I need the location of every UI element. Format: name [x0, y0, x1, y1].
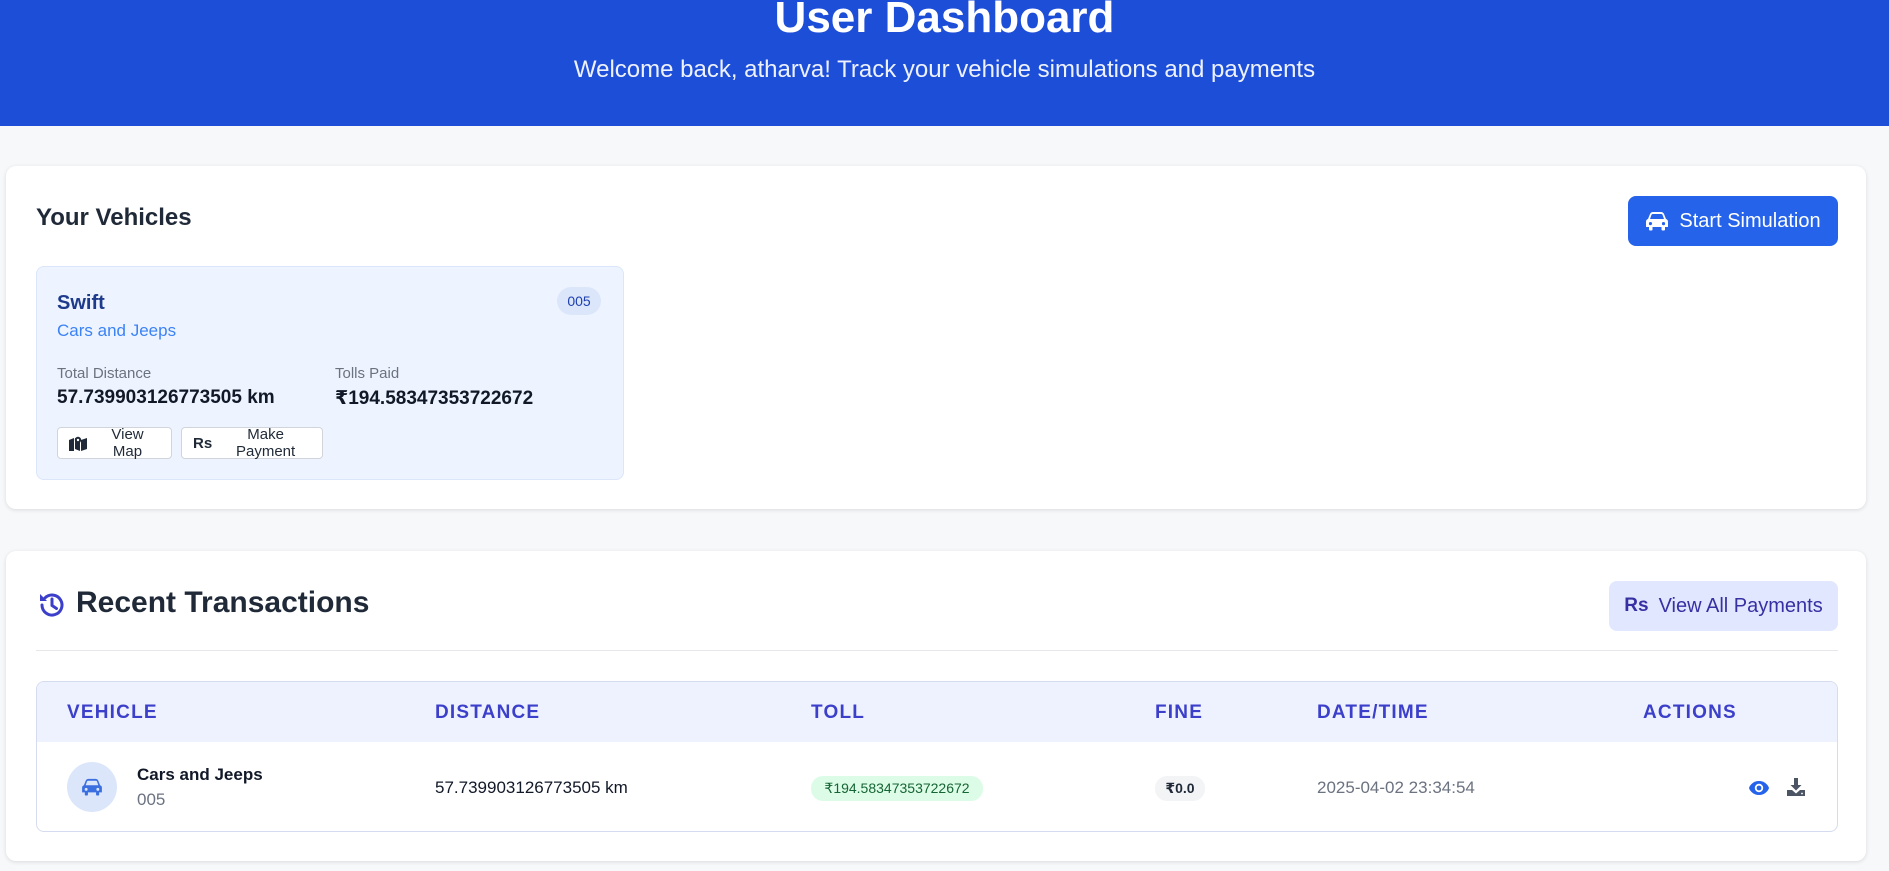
- view-map-button[interactable]: View Map: [57, 426, 172, 460]
- row-vehicle-type: Cars and Jeeps: [137, 765, 263, 784]
- row-datetime: 2025-04-02 23:34:54: [1317, 778, 1475, 797]
- vehicle-id-badge: 005: [557, 287, 601, 315]
- section-divider: [36, 650, 1838, 651]
- transactions-section-title: Recent Transactions: [76, 586, 370, 619]
- row-vehicle-avatar: [67, 762, 117, 812]
- total-distance-value: 57.739903126773505 km: [57, 387, 275, 408]
- tolls-paid-value: ₹194.58347353722672: [335, 388, 534, 409]
- start-simulation-label: Start Simulation: [1679, 209, 1821, 232]
- column-header-toll: TOLL: [811, 702, 866, 723]
- page-subtitle: Welcome back, atharva! Track your vehicl…: [573, 56, 1316, 83]
- rupee-icon: Rs: [193, 434, 213, 452]
- row-fine-pill: ₹0.0: [1155, 776, 1205, 801]
- row-distance: 57.739903126773505 km: [435, 778, 628, 797]
- car-icon: [1645, 211, 1669, 231]
- view-all-payments-button[interactable]: Rs View All Payments: [1609, 581, 1838, 631]
- vehicle-type: Cars and Jeeps: [57, 321, 177, 340]
- start-simulation-button[interactable]: Start Simulation: [1628, 196, 1838, 246]
- column-header-datetime: DATE/TIME: [1317, 702, 1429, 723]
- page-header: User Dashboard Welcome back, atharva! Tr…: [0, 0, 1889, 126]
- total-distance-label: Total Distance: [57, 365, 152, 382]
- view-map-label: View Map: [111, 426, 144, 460]
- column-header-actions: ACTIONS: [1643, 702, 1737, 723]
- row-vehicle-id: 005: [137, 790, 166, 809]
- view-all-payments-label: View All Payments: [1658, 594, 1823, 617]
- map-icon: [69, 436, 87, 451]
- column-header-fine: FINE: [1155, 702, 1204, 723]
- vehicles-card: Your Vehicles Start Simulation Swift Car…: [6, 166, 1866, 509]
- make-payment-label: Make Payment: [235, 426, 296, 460]
- car-icon: [81, 778, 103, 796]
- vehicle-card[interactable]: Swift Cars and Jeeps 005 Total Distance …: [36, 266, 624, 480]
- vehicle-name: Swift: [57, 292, 105, 314]
- vehicles-section-title: Your Vehicles: [36, 204, 192, 231]
- history-icon: [36, 589, 68, 621]
- column-header-vehicle: VEHICLE: [67, 702, 158, 723]
- transactions-table: VEHICLE DISTANCE TOLL FINE DATE/TIME ACT…: [36, 681, 1838, 832]
- make-payment-button[interactable]: Rs Make Payment: [181, 426, 323, 460]
- download-icon[interactable]: [1785, 776, 1807, 798]
- row-toll-pill: ₹194.58347353722672: [811, 776, 983, 801]
- tolls-paid-label: Tolls Paid: [335, 365, 400, 382]
- rupee-icon: Rs: [1624, 595, 1649, 616]
- eye-icon[interactable]: [1747, 778, 1771, 798]
- page-title: User Dashboard: [774, 0, 1115, 42]
- column-header-distance: DISTANCE: [435, 702, 541, 723]
- table-header: VEHICLE DISTANCE TOLL FINE DATE/TIME ACT…: [37, 682, 1837, 742]
- transactions-card: Recent Transactions Rs View All Payments…: [6, 551, 1866, 861]
